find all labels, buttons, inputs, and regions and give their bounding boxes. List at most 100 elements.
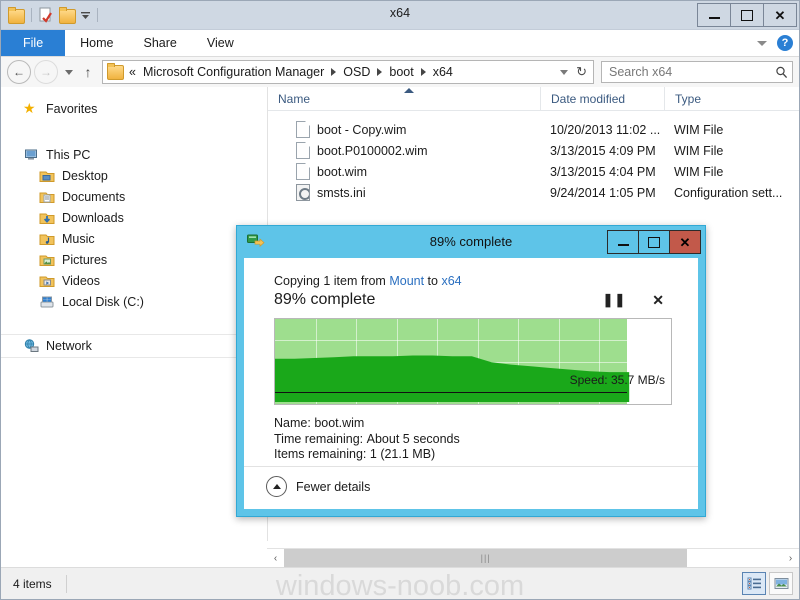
horizontal-scrollbar[interactable]: ‹ ||| ›	[267, 548, 799, 567]
scroll-right-icon[interactable]: ›	[782, 549, 799, 567]
title-bar: x64 ✕	[1, 1, 799, 30]
maximize-button[interactable]	[730, 3, 764, 27]
breadcrumb-separator-icon[interactable]	[420, 68, 426, 76]
table-row[interactable]: boot - Copy.wim 10/20/2013 11:02 ... WIM…	[268, 119, 799, 140]
navigation-pane[interactable]: ★ Favorites This PC Desktop Documents Do…	[1, 87, 268, 541]
transfer-speed-chart: Speed: 35.7 MB/s	[274, 318, 672, 405]
dialog-main: Copying 1 item from Mount to x64 89% com…	[244, 258, 698, 463]
sidebar-item-videos[interactable]: Videos	[1, 270, 267, 291]
drive-icon	[39, 294, 55, 310]
scrollbar-thumb[interactable]: |||	[284, 549, 688, 567]
window-controls: ✕	[697, 3, 797, 27]
breadcrumb-overflow[interactable]: «	[127, 65, 138, 79]
chevron-down-icon[interactable]	[757, 40, 767, 46]
search-placeholder: Search x64	[609, 65, 673, 79]
dialog-close-button[interactable]: ✕	[669, 230, 701, 254]
sidebar-item-label: Local Disk (C:)	[62, 294, 144, 309]
tab-view[interactable]: View	[192, 30, 249, 56]
large-icons-view-icon[interactable]	[769, 572, 793, 595]
sidebar-item-local-disk-c[interactable]: Local Disk (C:)	[1, 291, 267, 312]
breadcrumb-item-3[interactable]: x64	[431, 65, 455, 79]
fewer-details-label: Fewer details	[296, 479, 371, 494]
documents-icon	[39, 189, 55, 205]
detail-name: Name: boot.wim	[274, 416, 365, 430]
sidebar-item-label: Documents	[62, 189, 126, 204]
breadcrumb[interactable]: « Microsoft Configuration Manager OSD bo…	[102, 60, 594, 84]
column-header-type[interactable]: Type	[664, 87, 794, 110]
column-headers: Name Date modified Type	[268, 87, 799, 111]
column-header-date-modified[interactable]: Date modified	[540, 87, 664, 110]
copy-prefix: Copying 1 item from	[274, 274, 390, 288]
scroll-left-icon[interactable]: ‹	[267, 549, 284, 567]
file-type: WIM File	[674, 164, 724, 179]
sidebar-item-network[interactable]: Network	[1, 334, 267, 358]
computer-icon	[23, 147, 39, 163]
close-button[interactable]: ✕	[763, 3, 797, 27]
breadcrumb-folder-icon	[107, 62, 124, 80]
back-icon[interactable]: ←	[7, 60, 31, 84]
pictures-icon	[39, 252, 55, 268]
help-icon[interactable]: ?	[777, 35, 793, 51]
sidebar-item-label: Favorites	[46, 101, 98, 116]
dialog-window-controls: ✕	[607, 230, 701, 254]
table-row[interactable]: boot.P0100002.wim 3/13/2015 4:09 PM WIM …	[268, 140, 799, 161]
star-icon: ★	[23, 99, 36, 116]
sidebar-item-downloads[interactable]: Downloads	[1, 207, 267, 228]
fewer-details-button[interactable]: Fewer details	[266, 476, 370, 497]
refresh-icon[interactable]: ↻	[576, 64, 587, 80]
file-name: smsts.ini	[317, 185, 366, 200]
table-row[interactable]: boot.wim 3/13/2015 4:04 PM WIM File	[268, 161, 799, 182]
transfer-controls: ❚❚ ✕	[602, 292, 672, 309]
desktop-icon	[39, 168, 55, 184]
copy-mid: to	[424, 274, 442, 288]
sidebar-item-desktop[interactable]: Desktop	[1, 165, 267, 186]
sidebar-item-label: This PC	[46, 147, 91, 162]
window-title: x64	[389, 6, 411, 20]
breadcrumb-separator-icon[interactable]	[377, 68, 383, 76]
search-input[interactable]: Search x64	[601, 61, 793, 83]
address-bar-row: ← → ↑ « Microsoft Configuration Manager …	[1, 57, 799, 88]
sidebar-item-documents[interactable]: Documents	[1, 186, 267, 207]
breadcrumb-item-0[interactable]: Microsoft Configuration Manager	[141, 65, 326, 79]
pause-icon[interactable]: ❚❚	[602, 292, 626, 308]
percent-row: 89% complete ❚❚ ✕	[274, 291, 672, 309]
sidebar-item-favorites[interactable]: ★ Favorites	[1, 98, 267, 119]
breadcrumb-item-1[interactable]: OSD	[341, 65, 372, 79]
videos-icon	[39, 273, 55, 289]
copy-progress-dialog[interactable]: 89% complete ✕ Copying 1 item from Mount…	[236, 225, 706, 517]
tab-file[interactable]: File	[1, 30, 66, 56]
tab-home[interactable]: Home	[65, 30, 128, 56]
file-name: boot.P0100002.wim	[317, 143, 428, 158]
file-type: Configuration sett...	[674, 185, 783, 200]
table-row[interactable]: smsts.ini 9/24/2014 1:05 PM Configuratio…	[268, 182, 799, 203]
recent-locations-icon[interactable]	[61, 61, 77, 83]
copy-source-link[interactable]: Mount	[389, 274, 424, 288]
minimize-button[interactable]	[697, 3, 731, 27]
breadcrumb-item-2[interactable]: boot	[387, 65, 415, 79]
up-icon[interactable]: ↑	[80, 61, 96, 83]
details-view-icon[interactable]	[742, 572, 766, 595]
tab-share[interactable]: Share	[129, 30, 192, 56]
item-count: 4 items	[13, 576, 52, 591]
chevron-down-icon[interactable]	[560, 69, 569, 75]
sidebar-item-label: Pictures	[62, 252, 108, 267]
search-icon[interactable]	[775, 66, 788, 79]
sidebar-item-label: Music	[62, 231, 95, 246]
dialog-minimize-button[interactable]	[607, 230, 639, 254]
cancel-icon[interactable]: ✕	[652, 292, 664, 309]
chevron-up-circle-icon[interactable]	[266, 476, 287, 497]
file-name: boot - Copy.wim	[317, 122, 407, 137]
sidebar-item-music[interactable]: Music	[1, 228, 267, 249]
file-type: WIM File	[674, 122, 724, 137]
sidebar-item-pictures[interactable]: Pictures	[1, 249, 267, 270]
scrollbar-track[interactable]: |||	[284, 549, 782, 567]
music-icon	[39, 231, 55, 247]
detail-time-remaining: Time remaining: About 5 seconds	[274, 431, 460, 446]
file-name: boot.wim	[317, 164, 368, 179]
transfer-details: Name: boot.wim Time remaining: About 5 s…	[274, 405, 672, 463]
column-header-name[interactable]: Name	[268, 87, 540, 110]
breadcrumb-separator-icon[interactable]	[331, 68, 337, 76]
sidebar-item-this-pc[interactable]: This PC	[1, 144, 267, 165]
dialog-maximize-button[interactable]	[638, 230, 670, 254]
copy-destination-link[interactable]: x64	[441, 274, 461, 288]
